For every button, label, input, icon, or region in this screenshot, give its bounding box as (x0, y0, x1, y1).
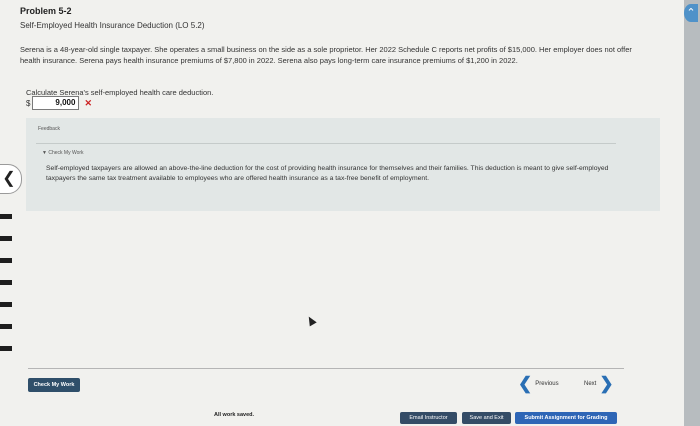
strip-mark (0, 324, 12, 329)
problem-text: Serena is a 48-year-old single taxpayer.… (20, 45, 632, 65)
strip-mark (0, 258, 12, 263)
submit-assignment-button[interactable]: Submit Assignment for Grading (515, 412, 617, 424)
answer-input[interactable]: 9,000 (32, 96, 80, 110)
currency-symbol: $ (26, 98, 31, 108)
chevron-left-icon: ❮ (518, 374, 533, 393)
feedback-label: Feedback (38, 126, 60, 132)
feedback-text: Self-employed taxpayers are allowed an a… (46, 165, 609, 182)
strip-mark (0, 236, 12, 241)
save-status: All work saved. (214, 412, 255, 418)
next-label: Next (584, 381, 597, 387)
chevron-right-icon: ❯ (599, 374, 614, 393)
next-button[interactable]: Next ❯ (584, 374, 614, 393)
back-chevron-button[interactable]: ❮ (0, 164, 22, 194)
assignment-page: ❮ ⌃ Problem 5-2 Self-Employed Health Ins… (0, 0, 700, 426)
problem-subtitle: Self-Employed Health Insurance Deduction… (20, 21, 205, 30)
bottom-divider (28, 368, 624, 369)
strip-mark (0, 302, 12, 307)
save-and-exit-button[interactable]: Save and Exit (462, 412, 511, 424)
strip-mark (0, 214, 12, 219)
problem-title: Problem 5-2 (20, 6, 72, 16)
strip-mark (0, 346, 12, 351)
right-scroll-strip[interactable]: ⌃ (684, 0, 700, 426)
feedback-divider (36, 143, 616, 144)
previous-button[interactable]: ❮ Previous (518, 374, 559, 393)
feedback-panel: Feedback ▼ Check My Work Self-employed t… (26, 118, 660, 211)
mouse-cursor-icon (305, 314, 317, 327)
check-my-work-toggle[interactable]: ▼ Check My Work (42, 150, 84, 156)
email-instructor-button[interactable]: Email Instructor (400, 412, 457, 424)
left-strip (0, 0, 14, 426)
answer-row: $ 9,000 ✕ (26, 96, 92, 110)
check-my-work-button[interactable]: Check My Work (28, 378, 80, 392)
strip-mark (0, 280, 12, 285)
previous-label: Previous (535, 381, 559, 387)
chevron-left-icon: ❮ (2, 170, 16, 187)
incorrect-icon: ✕ (84, 97, 92, 108)
chevron-up-icon[interactable]: ⌃ (684, 4, 698, 22)
